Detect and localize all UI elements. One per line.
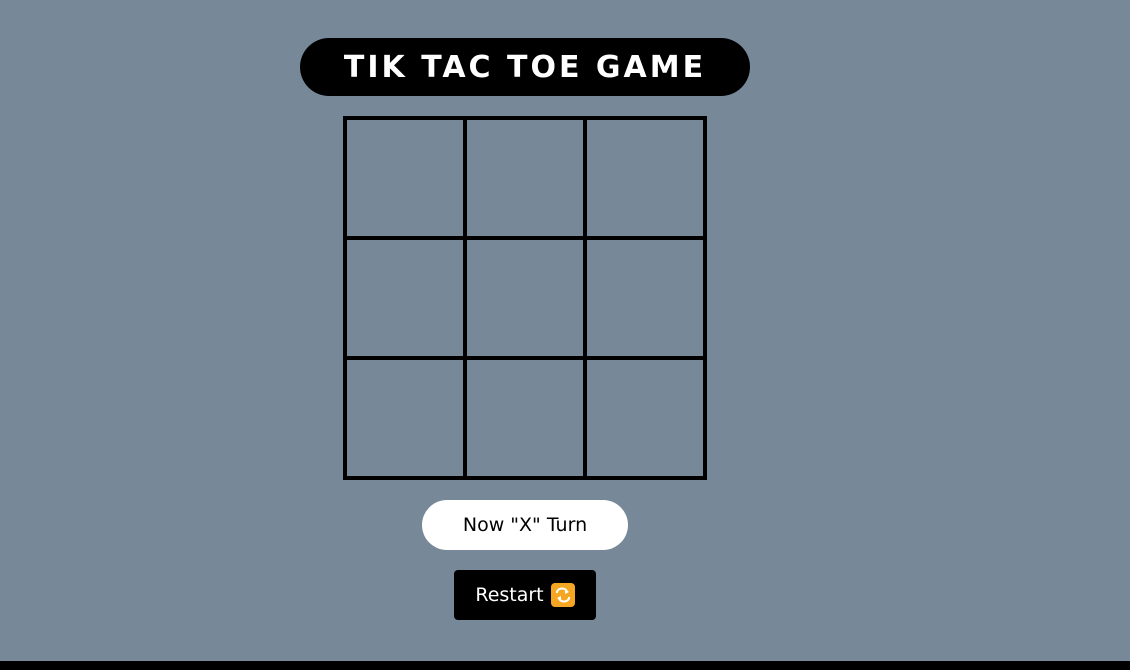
board-cell-7[interactable] — [465, 358, 585, 478]
repeat-icon — [550, 583, 575, 607]
turn-status-text: Now "X" Turn — [462, 514, 588, 536]
board-cell-5[interactable] — [585, 238, 705, 358]
board-cell-0[interactable] — [345, 118, 465, 238]
game-board — [343, 116, 707, 480]
board-cell-2[interactable] — [585, 118, 705, 238]
page-title: TIK TAC TOE GAME — [343, 49, 707, 85]
bottom-edge-bar — [0, 661, 1130, 670]
board-cell-8[interactable] — [585, 358, 705, 478]
board-cell-1[interactable] — [465, 118, 585, 238]
board-cell-3[interactable] — [345, 238, 465, 358]
restart-button-label: Restart — [475, 584, 544, 606]
title-banner: TIK TAC TOE GAME — [300, 38, 750, 96]
restart-button[interactable]: Restart — [454, 570, 596, 620]
board-cell-4[interactable] — [465, 238, 585, 358]
turn-status-badge: Now "X" Turn — [422, 500, 628, 550]
board-cell-6[interactable] — [345, 358, 465, 478]
